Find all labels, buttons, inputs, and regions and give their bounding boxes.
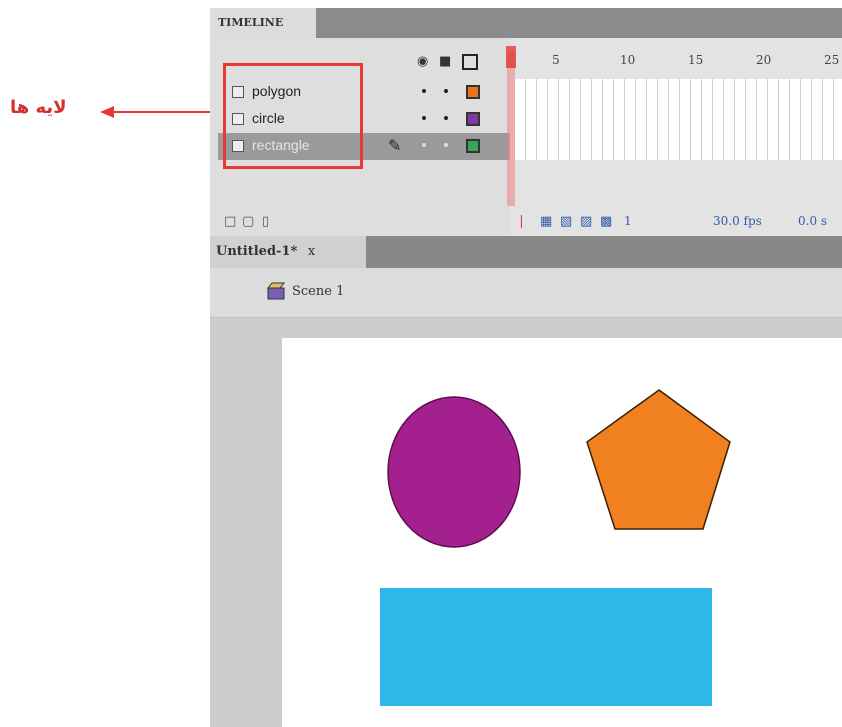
onion-outline-icon[interactable]: ▨ bbox=[580, 214, 592, 229]
layers-highlight-box bbox=[223, 63, 363, 169]
frame-number: 25 bbox=[824, 53, 840, 67]
lock-dot[interactable] bbox=[444, 143, 448, 147]
document-tab[interactable]: Untitled-1* x bbox=[210, 236, 366, 268]
edit-bar: Scene 1 bbox=[210, 268, 842, 318]
scene-label[interactable]: Scene 1 bbox=[292, 284, 344, 299]
frame-row[interactable] bbox=[515, 106, 842, 133]
elapsed-time: 0.0 s bbox=[798, 214, 828, 228]
frame-row[interactable] bbox=[515, 79, 842, 106]
eye-icon[interactable]: ◉ bbox=[417, 54, 428, 69]
document-tab-bar: Untitled-1* x bbox=[210, 236, 842, 268]
new-layer-icon[interactable]: □ bbox=[224, 214, 236, 229]
rectangle-shape[interactable] bbox=[380, 588, 712, 706]
frame-row[interactable] bbox=[515, 133, 842, 160]
scene-icon bbox=[266, 282, 286, 300]
edit-multiple-frames-icon[interactable]: ▩ bbox=[600, 214, 612, 229]
visibility-dot[interactable] bbox=[422, 116, 426, 120]
frame-marker-icon: ❘ bbox=[516, 214, 527, 229]
timeline-tab[interactable]: TIMELINE bbox=[210, 8, 316, 38]
frame-number: 15 bbox=[688, 53, 704, 67]
frame-rate[interactable]: 30.0 fps bbox=[713, 214, 762, 228]
circle-shape[interactable] bbox=[387, 396, 521, 548]
lock-dot[interactable] bbox=[444, 116, 448, 120]
playhead-marker[interactable] bbox=[506, 46, 516, 68]
pencil-icon: ✎ bbox=[388, 136, 402, 155]
lock-icon[interactable]: ■ bbox=[439, 54, 451, 69]
visibility-dot[interactable] bbox=[422, 89, 426, 93]
current-frame: 1 bbox=[624, 214, 632, 228]
new-folder-icon[interactable]: ▢ bbox=[242, 214, 254, 229]
visibility-dot[interactable] bbox=[422, 143, 426, 147]
close-tab-button[interactable]: x bbox=[308, 244, 315, 259]
playhead[interactable] bbox=[507, 51, 515, 206]
frame-number: 5 bbox=[552, 53, 560, 67]
layer-color-swatch[interactable] bbox=[466, 139, 480, 153]
annotation-arrow-icon bbox=[100, 106, 210, 118]
lock-dot[interactable] bbox=[444, 89, 448, 93]
layer-color-swatch[interactable] bbox=[466, 112, 480, 126]
frame-number: 10 bbox=[620, 53, 636, 67]
center-frame-icon[interactable]: ▦ bbox=[540, 214, 552, 229]
document-tab-label: Untitled-1* bbox=[216, 244, 298, 259]
polygon-shape[interactable] bbox=[586, 389, 731, 530]
stage-canvas bbox=[380, 389, 731, 706]
delete-layer-icon[interactable]: ▯ bbox=[262, 214, 269, 229]
layers-annotation-label: لایه ها bbox=[10, 97, 67, 118]
stage[interactable] bbox=[282, 338, 842, 727]
layer-color-swatch[interactable] bbox=[466, 85, 480, 99]
onion-skin-icon[interactable]: ▧ bbox=[560, 214, 572, 229]
frame-number: 20 bbox=[756, 53, 772, 67]
outline-icon[interactable] bbox=[462, 54, 478, 70]
